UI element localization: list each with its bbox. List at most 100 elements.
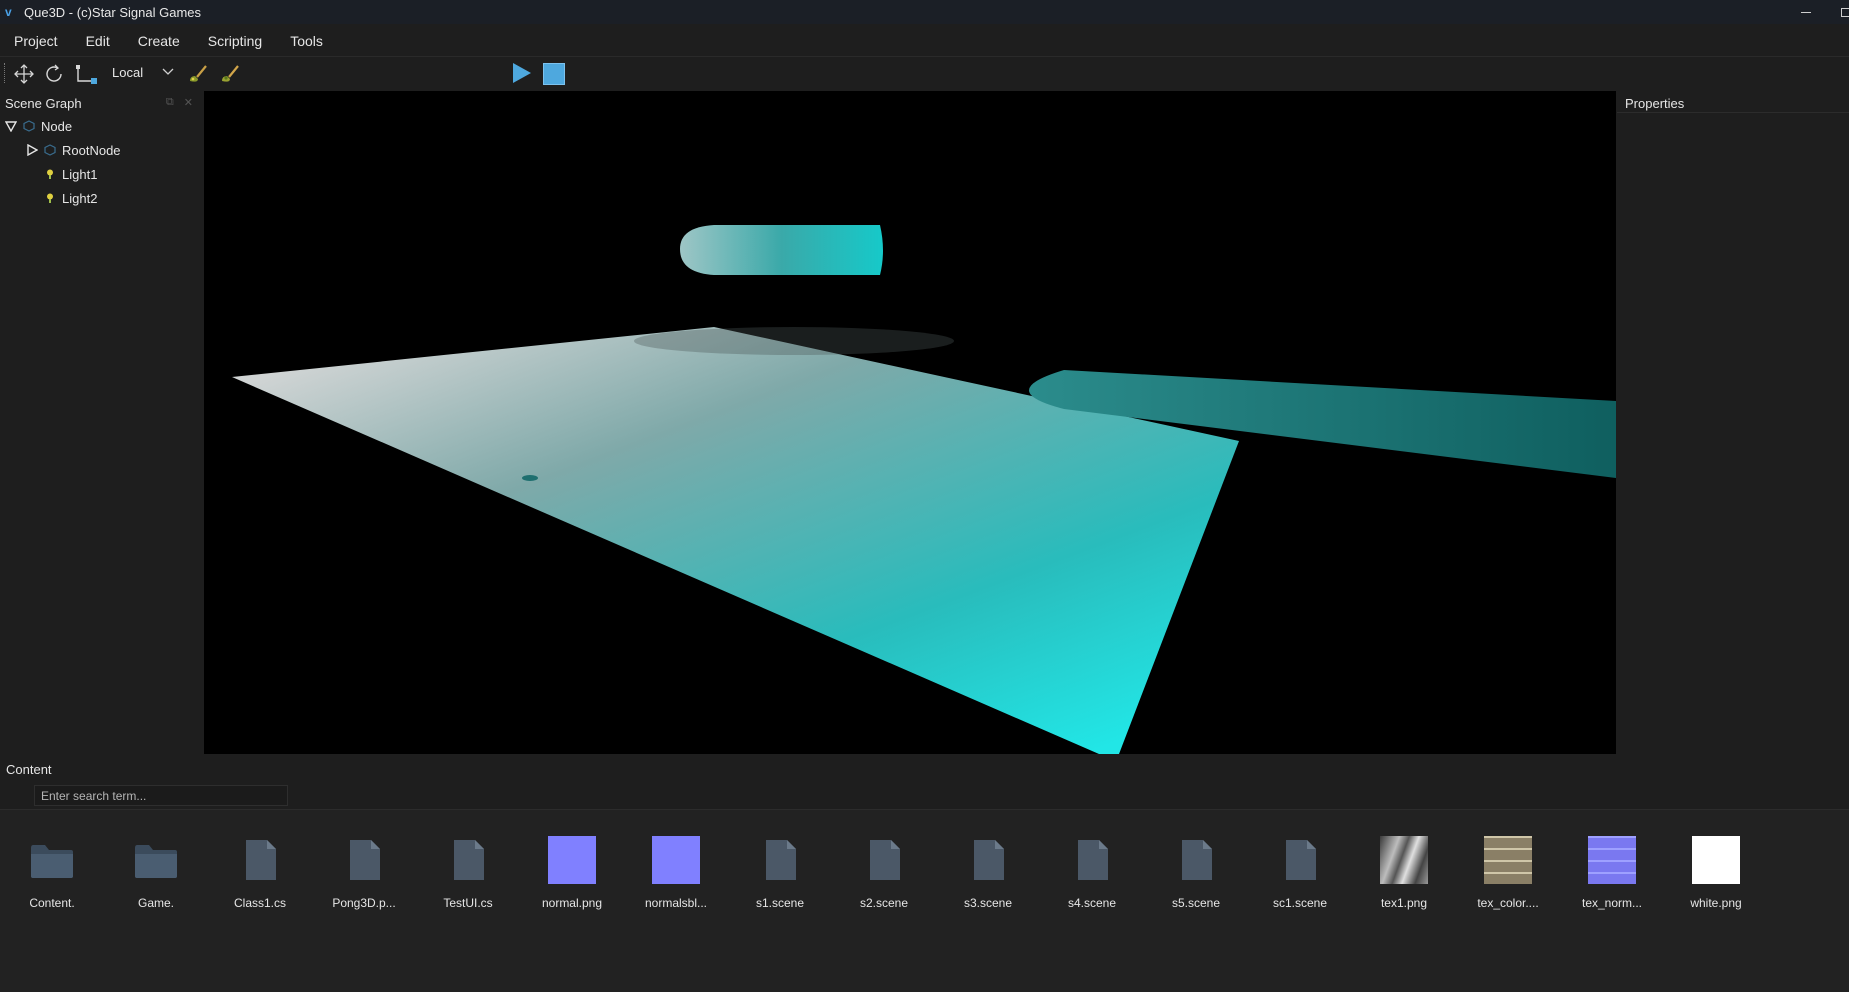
move-icon [14,64,34,84]
content-item-label: s5.scene [1171,896,1221,910]
folder-icon [26,834,78,886]
tree-item-rootnode[interactable]: RootNode [26,139,121,161]
file-icon [234,834,286,886]
scene-viewport[interactable] [204,91,1616,754]
image-thumbnail [546,834,598,886]
close-panel-icon[interactable]: ✕ [184,96,193,109]
file-icon [858,834,910,886]
content-item-label: tex_color.... [1477,896,1539,910]
menu-edit[interactable]: Edit [72,33,124,49]
content-item-label: s2.scene [859,896,909,910]
ball-mesh [522,475,538,481]
paint-brush-icon [190,65,207,82]
rotate-icon [46,64,62,82]
file-icon [442,834,494,886]
content-item[interactable]: tex_norm... [1560,826,1664,916]
content-item[interactable]: white.png [1664,826,1768,916]
tree-item-light2[interactable]: Light2 [44,187,97,209]
content-item[interactable]: Pong3D.p... [312,826,416,916]
content-item[interactable]: normal.png [520,826,624,916]
scale-tool-button[interactable] [74,62,98,86]
play-icon [513,63,531,83]
content-search-input[interactable] [34,785,288,806]
tree-item-node[interactable]: Node [5,115,72,137]
tree-item-label: Node [41,118,73,134]
float-panel-icon[interactable]: ⧉ [166,96,174,109]
content-item[interactable]: tex1.png [1352,826,1456,916]
content-item-label: sc1.scene [1272,896,1328,910]
content-item[interactable]: Content. [0,826,104,916]
content-item-label: normal.png [541,896,603,910]
node-icon [44,144,56,156]
content-item[interactable]: TestUI.cs [416,826,520,916]
file-icon [1170,834,1222,886]
transform-space-select[interactable]: Local [108,61,178,83]
scale-icon [76,65,97,84]
stop-button[interactable] [543,63,565,85]
menu-project[interactable]: Project [0,33,72,49]
move-tool-button[interactable] [12,62,36,86]
content-item-label: TestUI.cs [443,896,493,910]
file-icon [962,834,1014,886]
file-icon [1274,834,1326,886]
tree-item-light1[interactable]: Light1 [44,163,97,185]
paint-alt-tool-button[interactable] [218,62,242,86]
image-thumbnail [650,834,702,886]
menu-bar: Project Edit Create Scripting Tools [0,26,1849,56]
menu-create[interactable]: Create [124,33,194,49]
asset-grid: Content. Game. Class1.cs Pong3D.p... TestUI.… [0,826,1849,926]
tree-item-label: Light1 [62,166,98,182]
image-thumbnail [1378,834,1430,886]
content-item[interactable]: s1.scene [728,826,832,916]
maximize-button[interactable] [1827,0,1849,24]
properties-panel: Properties [1617,91,1849,754]
collapsed-triangle-icon[interactable] [26,144,38,156]
content-item-label: Class1.cs [233,896,286,910]
scene-graph-title: Scene Graph [5,96,82,111]
image-thumbnail [1690,834,1742,886]
expand-triangle-icon[interactable] [5,120,17,132]
content-item[interactable]: tex_color.... [1456,826,1560,916]
paint-tool-button[interactable] [186,62,210,86]
tree-item-label: Light2 [62,190,98,206]
play-button[interactable] [512,62,532,84]
capsule-mesh [680,225,883,275]
content-item-label: tex1.png [1380,896,1428,910]
content-item[interactable]: sc1.scene [1248,826,1352,916]
file-icon [754,834,806,886]
content-item[interactable]: s3.scene [936,826,1040,916]
title-bar: v Que3D - (c)Star Signal Games [0,0,1849,24]
minimize-button[interactable] [1788,0,1824,24]
file-icon [1066,834,1118,886]
menu-scripting[interactable]: Scripting [194,33,276,49]
light-icon [44,168,56,180]
content-item[interactable]: s4.scene [1040,826,1144,916]
image-thumbnail [1482,834,1534,886]
image-thumbnail [1586,834,1638,886]
content-item-label: normalsbl... [644,896,708,910]
maximize-icon [1840,7,1849,17]
paint-brush-alt-icon [222,65,239,82]
content-item[interactable]: normalsbl... [624,826,728,916]
content-item-label: Content. [29,896,75,910]
toolbar-grip[interactable] [4,63,7,83]
content-item-label: s4.scene [1067,896,1117,910]
app-logo-icon: v [5,5,12,19]
content-item-label: Game. [137,896,174,910]
floor-shadow [634,327,954,355]
content-item[interactable]: Game. [104,826,208,916]
window-title: Que3D - (c)Star Signal Games [24,4,202,20]
content-item[interactable]: Class1.cs [208,826,312,916]
light-icon [44,192,56,204]
menu-tools[interactable]: Tools [276,33,337,49]
toolbar [0,56,1849,88]
chevron-down-icon [162,68,174,75]
content-item-label: s1.scene [755,896,805,910]
scene-graph-panel-controls: ⧉ ✕ [166,96,193,109]
properties-title: Properties [1617,91,1849,113]
minimize-icon [1801,11,1811,13]
content-item[interactable]: s2.scene [832,826,936,916]
content-item[interactable]: s5.scene [1144,826,1248,916]
rotate-tool-button[interactable] [42,62,66,86]
content-item-label: s3.scene [963,896,1013,910]
